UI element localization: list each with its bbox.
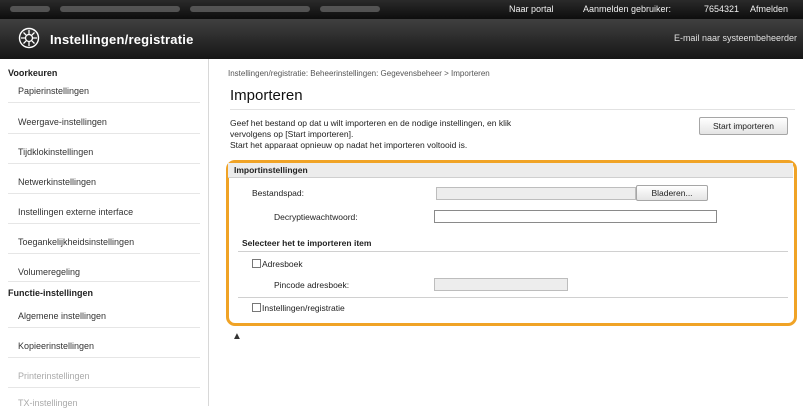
divider (8, 357, 200, 358)
decryption-password-input[interactable] (434, 210, 717, 223)
addressbook-pin-field (434, 278, 568, 291)
panel-header: Importinstellingen (228, 163, 793, 178)
blurred-device-info (320, 6, 380, 12)
sidebar-item-volume[interactable]: Volumeregeling (18, 267, 80, 277)
description-line-1: Geef het bestand op dat u wilt importere… (230, 118, 512, 128)
select-items-heading: Selecteer het te importeren item (242, 238, 372, 248)
sidebar: Voorkeuren Papierinstellingen Weergave-i… (0, 59, 209, 408)
description-line-2: vervolgens op [Start importeren]. (230, 129, 354, 139)
blurred-device-info (190, 6, 310, 12)
sidebar-section-preferences: Voorkeuren (8, 68, 58, 78)
decryption-password-label: Decryptiewachtwoord: (274, 212, 358, 222)
addressbook-checkbox[interactable] (252, 259, 261, 268)
divider (8, 223, 200, 224)
start-import-button[interactable]: Start importeren (699, 117, 788, 135)
settings-logo-icon (18, 27, 40, 49)
divider (238, 297, 788, 298)
back-to-top-icon[interactable]: ▲ (232, 331, 242, 342)
divider (8, 253, 200, 254)
logout-link[interactable]: Afmelden (750, 4, 788, 14)
addressbook-pin-label: Pincode adresboek: (274, 280, 350, 290)
divider (8, 387, 200, 388)
portal-link[interactable]: Naar portal (509, 4, 554, 14)
divider (238, 251, 788, 252)
sidebar-item-external-interface[interactable]: Instellingen externe interface (18, 207, 133, 217)
blurred-device-info (10, 6, 50, 12)
sidebar-item-paper-settings[interactable]: Papierinstellingen (18, 86, 89, 96)
header-bar: Instellingen/registratie E-mail naar sys… (0, 19, 803, 59)
main-content: Instellingen/registratie: Beheerinstelli… (218, 59, 803, 406)
divider (8, 281, 200, 282)
filepath-field (436, 187, 636, 200)
divider (8, 133, 200, 134)
sidebar-item-general-settings[interactable]: Algemene instellingen (18, 311, 106, 321)
sidebar-section-function-settings: Functie-instellingen (8, 288, 94, 298)
divider (8, 327, 200, 328)
description-line-3: Start het apparaat opnieuw op nadat het … (230, 140, 468, 150)
settings-registration-label: Instellingen/registratie (262, 303, 345, 313)
divider (8, 193, 200, 194)
sidebar-item-timer-settings[interactable]: Tijdklokinstellingen (18, 147, 93, 157)
divider (8, 102, 200, 103)
panel-title: Importinstellingen (234, 165, 308, 175)
divider (8, 163, 200, 164)
sidebar-item-tx-settings[interactable]: TX-instellingen (18, 398, 78, 408)
sidebar-item-accessibility[interactable]: Toegankelijkheidsinstellingen (18, 237, 134, 247)
filepath-label: Bestandspad: (252, 188, 304, 198)
breadcrumb: Instellingen/registratie: Beheerinstelli… (228, 69, 490, 78)
sidebar-item-display-settings[interactable]: Weergave-instellingen (18, 117, 107, 127)
addressbook-label: Adresboek (262, 259, 303, 269)
settings-registration-checkbox[interactable] (252, 303, 261, 312)
sidebar-item-network-settings[interactable]: Netwerkinstellingen (18, 177, 96, 187)
user-id: 7654321 (704, 4, 740, 14)
divider (230, 109, 795, 110)
sidebar-item-copy-settings[interactable]: Kopieerinstellingen (18, 341, 94, 351)
login-user-label: Aanmelden gebruiker: (583, 4, 672, 14)
blurred-device-info (60, 6, 180, 12)
import-settings-panel: Importinstellingen Bestandspad: Bladeren… (228, 163, 793, 321)
page-title: Importeren (230, 87, 303, 104)
app-title: Instellingen/registratie (50, 32, 194, 47)
email-admin-link[interactable]: E-mail naar systeembeheerder (674, 33, 797, 43)
sidebar-item-printer-settings[interactable]: Printerinstellingen (18, 371, 90, 381)
browse-button[interactable]: Bladeren... (636, 185, 708, 201)
top-bar: Naar portal Aanmelden gebruiker: 7654321… (0, 0, 803, 19)
